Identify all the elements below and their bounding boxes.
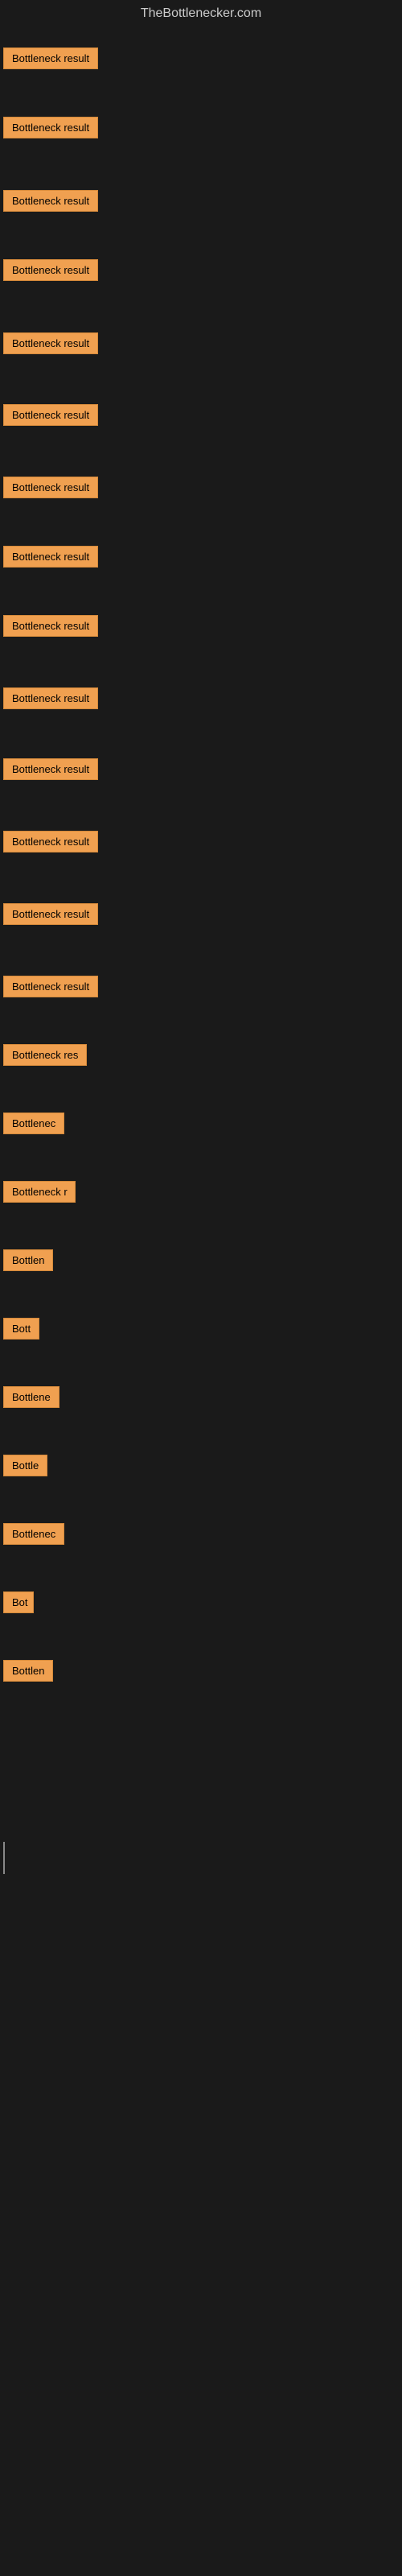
- bottleneck-badge[interactable]: Bottleneck result: [3, 477, 98, 498]
- bottleneck-badge[interactable]: Bottleneck result: [3, 615, 98, 637]
- bottleneck-badge[interactable]: Bottlenec: [3, 1113, 64, 1134]
- bottleneck-badge[interactable]: Bottleneck result: [3, 404, 98, 426]
- bottleneck-item[interactable]: Bottlenec: [3, 1109, 64, 1141]
- bottleneck-item[interactable]: Bottleneck result: [3, 543, 98, 575]
- bottleneck-item[interactable]: Bottleneck result: [3, 972, 98, 1005]
- cursor-line: [3, 1842, 5, 1874]
- bottleneck-badge[interactable]: Bottleneck result: [3, 546, 98, 568]
- bottleneck-badge[interactable]: Bottlene: [3, 1386, 59, 1408]
- bottleneck-badge[interactable]: Bottlen: [3, 1660, 53, 1682]
- bottleneck-item[interactable]: Bottleneck result: [3, 44, 98, 76]
- bottleneck-item[interactable]: Bottleneck result: [3, 755, 98, 787]
- bottleneck-badge[interactable]: Bottlen: [3, 1249, 53, 1271]
- bottleneck-badge[interactable]: Bottleneck result: [3, 190, 98, 212]
- bottleneck-item[interactable]: Bottleneck result: [3, 329, 98, 361]
- bottleneck-badge[interactable]: Bottlenec: [3, 1523, 64, 1545]
- bottleneck-item[interactable]: Bottleneck result: [3, 114, 98, 146]
- bottleneck-item[interactable]: Bottlen: [3, 1657, 53, 1689]
- bottleneck-item[interactable]: Bottlenec: [3, 1520, 64, 1552]
- bottleneck-item[interactable]: Bot: [3, 1588, 34, 1620]
- bottleneck-badge[interactable]: Bottleneck res: [3, 1044, 87, 1066]
- bottleneck-badge[interactable]: Bottleneck r: [3, 1181, 76, 1203]
- bottleneck-item[interactable]: Bottlen: [3, 1246, 53, 1278]
- bottleneck-item[interactable]: Bottleneck r: [3, 1178, 76, 1210]
- bottleneck-badge[interactable]: Bottleneck result: [3, 47, 98, 69]
- bottleneck-item[interactable]: Bottleneck result: [3, 828, 98, 860]
- bottleneck-badge[interactable]: Bottleneck result: [3, 976, 98, 997]
- site-title-bar: TheBottlenecker.com: [0, 0, 402, 31]
- bottleneck-item[interactable]: Bottle: [3, 1451, 47, 1484]
- bottleneck-item[interactable]: Bottleneck result: [3, 401, 98, 433]
- bottleneck-badge[interactable]: Bottleneck result: [3, 831, 98, 852]
- bottleneck-badge[interactable]: Bott: [3, 1318, 39, 1340]
- bottleneck-badge[interactable]: Bottleneck result: [3, 758, 98, 780]
- bottleneck-item[interactable]: Bottlene: [3, 1383, 59, 1415]
- bottleneck-item[interactable]: Bottleneck res: [3, 1041, 87, 1073]
- bottleneck-badge[interactable]: Bottle: [3, 1455, 47, 1476]
- site-title: TheBottlenecker.com: [0, 0, 402, 31]
- bottleneck-item[interactable]: Bott: [3, 1315, 39, 1347]
- bottleneck-badge[interactable]: Bottleneck result: [3, 903, 98, 925]
- bottleneck-item[interactable]: Bottleneck result: [3, 256, 98, 288]
- bottleneck-list: Bottleneck result Bottleneck result Bottle…: [0, 31, 402, 1802]
- bottleneck-badge[interactable]: Bot: [3, 1591, 34, 1613]
- bottleneck-badge[interactable]: Bottleneck result: [3, 687, 98, 709]
- bottleneck-badge[interactable]: Bottleneck result: [3, 332, 98, 354]
- bottleneck-item[interactable]: Bottleneck result: [3, 900, 98, 932]
- bottleneck-badge[interactable]: Bottleneck result: [3, 117, 98, 138]
- bottleneck-item[interactable]: Bottleneck result: [3, 612, 98, 644]
- bottleneck-badge[interactable]: Bottleneck result: [3, 259, 98, 281]
- bottleneck-item[interactable]: Bottleneck result: [3, 684, 98, 716]
- bottleneck-item[interactable]: Bottleneck result: [3, 187, 98, 219]
- bottleneck-item[interactable]: Bottleneck result: [3, 473, 98, 506]
